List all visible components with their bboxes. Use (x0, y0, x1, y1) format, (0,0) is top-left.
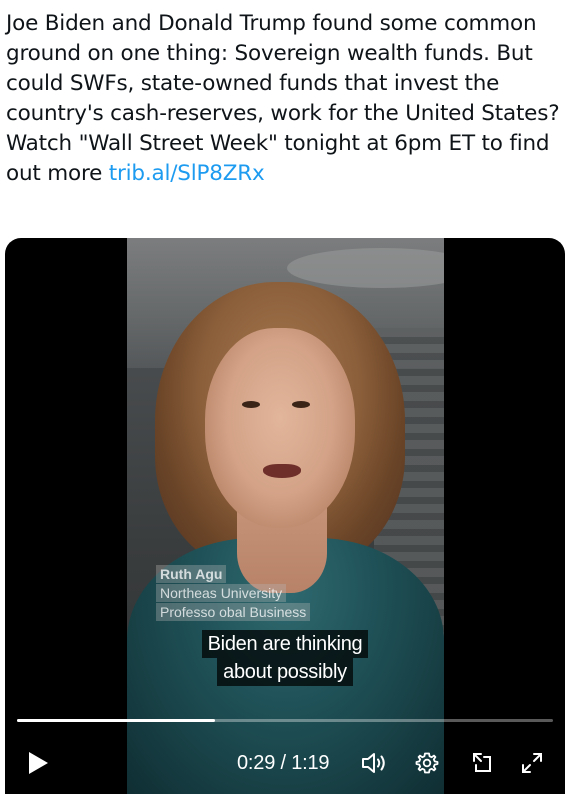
speaker-title: Professo obal Business (156, 603, 311, 621)
caption-line-1: Biden are thinking (201, 630, 369, 658)
time-display: 0:29 / 1:19 (237, 743, 330, 783)
caption-line-2: about possibly (217, 658, 353, 686)
time-current: 0:29 (237, 752, 276, 774)
tweet-text: Joe Biden and Donald Trump found some co… (6, 9, 566, 189)
minimize-button[interactable] (467, 743, 497, 783)
progress-bar[interactable] (17, 719, 553, 722)
video-player[interactable]: Ruth Agu Northeas University Professo ob… (5, 238, 565, 794)
lower-third: Ruth Agu Northeas University Professo ob… (156, 564, 416, 621)
time-separator: / (280, 752, 287, 774)
tweet-body: Joe Biden and Donald Trump found some co… (6, 11, 560, 186)
video-frame[interactable]: Ruth Agu Northeas University Professo ob… (127, 238, 444, 794)
tweet-link[interactable]: trib.al/SlP8ZRx (109, 161, 265, 186)
fullscreen-button[interactable] (517, 743, 547, 783)
settings-button[interactable] (412, 743, 442, 783)
video-controls: 0:29 / 1:19 (5, 743, 565, 783)
captions: Biden are thinking about possibly (5, 630, 565, 686)
volume-icon (362, 753, 385, 773)
progress-fill (17, 719, 216, 722)
volume-button[interactable] (358, 743, 390, 783)
speaker-affiliation: Northeas University (156, 584, 287, 602)
play-icon (29, 752, 48, 774)
time-total: 1:19 (291, 752, 330, 774)
fullscreen-icon (522, 753, 542, 773)
gear-icon (415, 752, 439, 774)
play-button[interactable] (23, 743, 53, 783)
pip-icon (473, 753, 491, 772)
speaker-name: Ruth Agu (156, 565, 227, 583)
